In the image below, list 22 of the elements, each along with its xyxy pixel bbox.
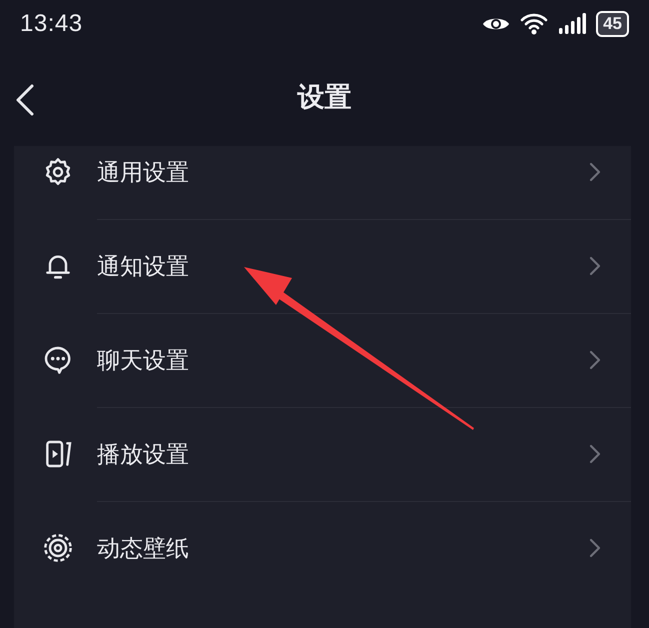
page-title: 设置 bbox=[298, 81, 352, 115]
wifi-icon bbox=[520, 12, 548, 36]
signal-icon bbox=[558, 13, 586, 35]
item-label: 通用设置 bbox=[97, 158, 190, 188]
settings-item[interactable]: 播放设置 bbox=[14, 407, 631, 501]
chevron-icon bbox=[589, 538, 601, 558]
battery-level: 45 bbox=[596, 11, 629, 37]
target-icon bbox=[42, 532, 74, 564]
item-label: 聊天设置 bbox=[97, 346, 190, 376]
settings-item[interactable]: 聊天设置 bbox=[14, 313, 631, 407]
chevron-icon bbox=[589, 444, 601, 464]
chevron-icon bbox=[589, 162, 601, 182]
chevron-icon bbox=[589, 256, 601, 276]
item-label: 动态壁纸 bbox=[97, 534, 190, 564]
settings-item[interactable]: 通用设置 bbox=[14, 146, 631, 219]
chevron-icon bbox=[589, 350, 601, 370]
item-label: 通知设置 bbox=[97, 252, 190, 282]
settings-item[interactable]: 通知设置 bbox=[14, 219, 631, 313]
item-label: 播放设置 bbox=[97, 440, 190, 470]
settings-item[interactable]: 动态壁纸 bbox=[14, 501, 631, 595]
back-icon[interactable] bbox=[14, 84, 36, 116]
status-time: 13:43 bbox=[20, 10, 83, 38]
